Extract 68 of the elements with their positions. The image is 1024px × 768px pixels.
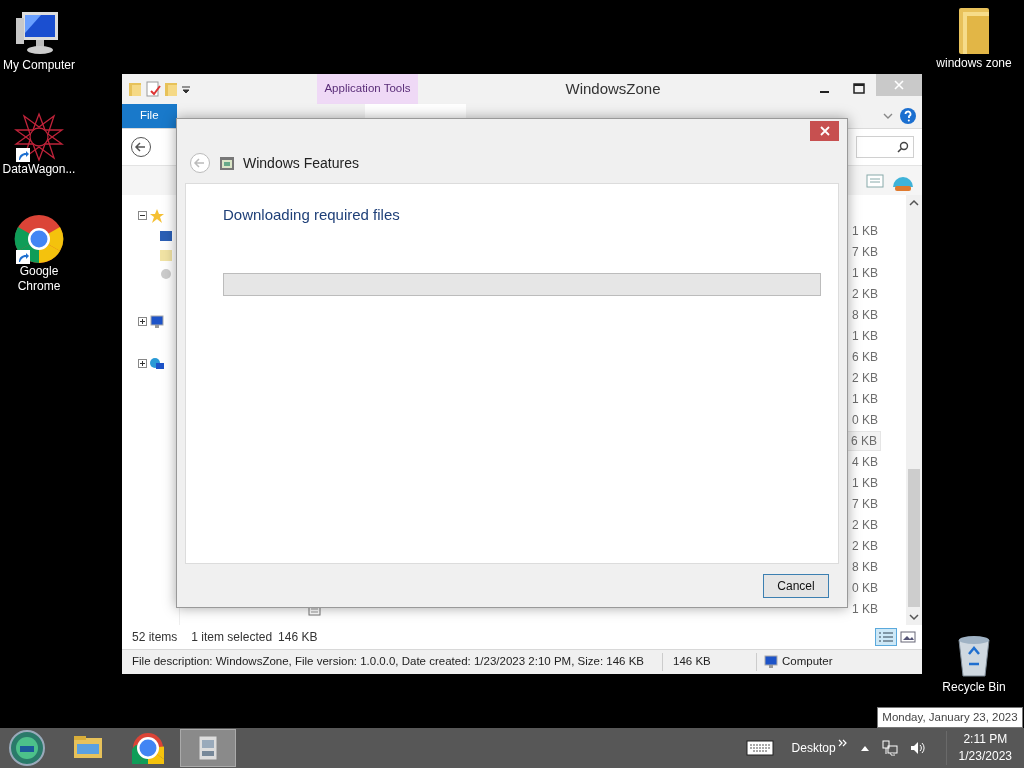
keyboard-icon[interactable] (745, 740, 774, 756)
scrollbar-thumb[interactable] (908, 469, 920, 607)
selection-count: 1 item selected (191, 629, 273, 646)
volume-icon[interactable] (909, 740, 926, 756)
file-size: 8 KB (851, 306, 879, 324)
expander-icon[interactable] (138, 317, 147, 326)
location-label: Computer (782, 654, 833, 670)
file-size: 1 KB (851, 222, 879, 240)
search-field[interactable] (856, 136, 914, 158)
thumbnails-view-icon[interactable] (900, 628, 916, 646)
file-size: 1 KB (851, 264, 879, 282)
properties-icon[interactable] (145, 81, 161, 97)
network-icon[interactable] (149, 355, 165, 372)
file-details: File description: WindowsZone, File version: 1.0.0.0, Date created: 1/23/2023 2:10 PM, Size: 146 KB (132, 654, 645, 670)
show-hidden-icon[interactable] (859, 744, 870, 752)
star-drawing[interactable] (14, 112, 64, 162)
file-size: 6 KB (847, 430, 881, 451)
clock-time[interactable]: 2:11 PM (958, 731, 1012, 748)
file-size: 4 KB (851, 453, 879, 471)
icon-label[interactable]: Recycle Bin (942, 680, 1006, 695)
start-orb-icon[interactable] (8, 729, 46, 767)
expander-icon[interactable] (138, 359, 147, 368)
file-size: 7 KB (851, 495, 879, 513)
computer-icon (763, 654, 780, 670)
file-size: 8 KB (851, 558, 879, 576)
file-size: 2 KB (851, 537, 879, 555)
help-icon[interactable] (900, 108, 916, 124)
file-size: 1 KB (851, 390, 879, 408)
maximize-icon[interactable] (853, 83, 865, 95)
icon-label[interactable]: windows zone (936, 56, 1012, 71)
icon-label[interactable]: Google Chrome (0, 264, 81, 294)
file-size: 1 KB (851, 474, 879, 492)
back-icon[interactable] (130, 136, 152, 158)
date-tooltip: Monday, January 23, 2023 (877, 707, 1023, 728)
icon-label[interactable]: DataWagon... (2, 162, 76, 177)
toolbar-label[interactable]: Desktop (791, 739, 836, 757)
item-count: 52 items (132, 629, 178, 646)
star-icon[interactable] (149, 207, 165, 224)
file-size: 0 KB (851, 411, 879, 429)
close-icon (819, 126, 830, 136)
file-size: 1 KB (851, 327, 879, 345)
file-size: 2 KB (851, 285, 879, 303)
window-title: WindowsZone (565, 78, 661, 99)
file-size-summary: 146 KB (662, 653, 757, 671)
file-size: 1 KB (851, 600, 879, 618)
cancel-button[interactable]: Cancel (763, 573, 829, 598)
icon-label[interactable]: My Computer (3, 58, 75, 73)
expander-icon[interactable] (138, 211, 147, 220)
computer-icon[interactable] (149, 313, 165, 330)
file-size: 2 KB (851, 516, 879, 534)
file-size: 0 KB (851, 579, 879, 597)
scroll-down-icon[interactable] (909, 613, 919, 621)
network-icon[interactable] (881, 740, 898, 756)
dialog-title: Windows Features (243, 153, 359, 173)
close-button[interactable] (810, 121, 839, 141)
file-size: 6 KB (851, 348, 879, 366)
search-icon (897, 141, 909, 153)
file-size: 2 KB (851, 369, 879, 387)
close-icon (894, 80, 904, 90)
features-icon (219, 155, 235, 171)
context-tab-header: Application Tools (317, 74, 418, 104)
status-heading: Downloading required files (223, 205, 401, 225)
clock-date[interactable]: 1/23/2023 (958, 748, 1012, 765)
chrome-icon[interactable] (14, 214, 64, 264)
scroll-up-icon[interactable] (909, 199, 919, 207)
selection-size: 146 KB (278, 629, 318, 646)
file-tab[interactable]: File (122, 104, 177, 128)
file-size: 7 KB (851, 243, 879, 261)
